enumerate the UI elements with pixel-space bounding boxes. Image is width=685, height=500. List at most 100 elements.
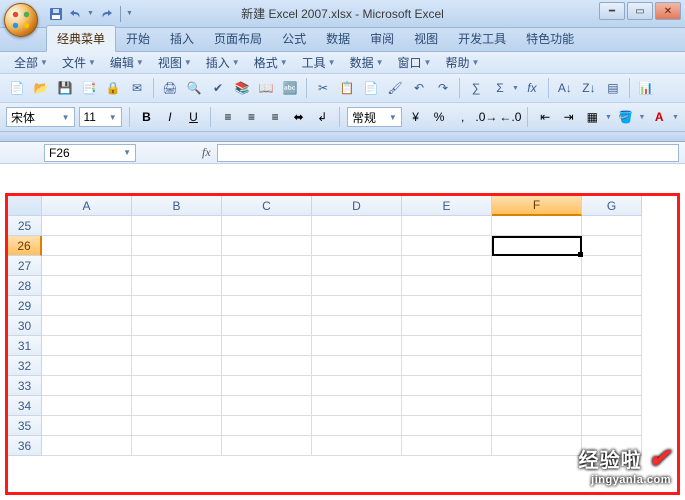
- cell[interactable]: [582, 416, 642, 436]
- cut-button[interactable]: ✂: [312, 77, 334, 99]
- italic-button[interactable]: I: [160, 107, 180, 127]
- row-header[interactable]: 34: [8, 396, 42, 416]
- font-name-combo[interactable]: 宋体▼: [6, 107, 75, 127]
- name-box[interactable]: F26 ▼: [44, 144, 136, 162]
- cell[interactable]: [402, 436, 492, 456]
- formula-bar[interactable]: [217, 144, 679, 162]
- cell[interactable]: [222, 236, 312, 256]
- cell[interactable]: [222, 276, 312, 296]
- cell[interactable]: [42, 376, 132, 396]
- cell[interactable]: [402, 336, 492, 356]
- cell[interactable]: [582, 336, 642, 356]
- redo-button[interactable]: [98, 6, 114, 22]
- row-header[interactable]: 33: [8, 376, 42, 396]
- merge-cells-button[interactable]: ⬌: [289, 107, 309, 127]
- cell[interactable]: [582, 316, 642, 336]
- save-button[interactable]: 💾: [54, 77, 76, 99]
- cell[interactable]: [42, 316, 132, 336]
- tab-view[interactable]: 视图: [404, 26, 448, 51]
- decrease-decimal-button[interactable]: ←.0: [500, 107, 520, 127]
- bold-button[interactable]: B: [137, 107, 157, 127]
- wrap-text-button[interactable]: ↲: [312, 107, 332, 127]
- cell[interactable]: [312, 336, 402, 356]
- cell[interactable]: [222, 396, 312, 416]
- row-header[interactable]: 31: [8, 336, 42, 356]
- autosum-button[interactable]: Σ: [489, 77, 511, 99]
- menu-all[interactable]: 全部▼: [8, 52, 54, 73]
- cell[interactable]: [492, 256, 582, 276]
- save-button[interactable]: [48, 6, 64, 22]
- cell[interactable]: [582, 296, 642, 316]
- cell[interactable]: [132, 416, 222, 436]
- cell[interactable]: [222, 376, 312, 396]
- currency-button[interactable]: ¥: [406, 107, 426, 127]
- cell[interactable]: [402, 256, 492, 276]
- permission-button[interactable]: 🔒: [102, 77, 124, 99]
- cell[interactable]: [222, 436, 312, 456]
- column-header[interactable]: C: [222, 196, 312, 216]
- align-right-button[interactable]: ≡: [265, 107, 285, 127]
- cell[interactable]: [312, 216, 402, 236]
- email-button[interactable]: ✉: [126, 77, 148, 99]
- decrease-indent-button[interactable]: ⇤: [535, 107, 555, 127]
- paste-button[interactable]: 📄: [360, 77, 382, 99]
- cell[interactable]: [582, 256, 642, 276]
- menu-tools[interactable]: 工具▼: [296, 52, 342, 73]
- number-format-combo[interactable]: 常规▼: [347, 107, 402, 127]
- fill-color-button[interactable]: 🪣: [616, 107, 636, 127]
- menu-window[interactable]: 窗口▼: [392, 52, 438, 73]
- comma-button[interactable]: ,: [453, 107, 473, 127]
- cell[interactable]: [222, 336, 312, 356]
- cell[interactable]: [402, 216, 492, 236]
- insert-fx-button[interactable]: fx: [521, 77, 543, 99]
- chevron-down-icon[interactable]: ▼: [672, 114, 679, 121]
- row-header[interactable]: 25: [8, 216, 42, 236]
- cell[interactable]: [42, 276, 132, 296]
- office-button[interactable]: [4, 3, 38, 37]
- align-left-button[interactable]: ≡: [218, 107, 238, 127]
- cell[interactable]: [492, 336, 582, 356]
- copy-button[interactable]: 📋: [336, 77, 358, 99]
- cell[interactable]: [132, 336, 222, 356]
- tab-classic-menu[interactable]: 经典菜单: [46, 25, 116, 52]
- tab-special[interactable]: 特色功能: [516, 26, 584, 51]
- font-size-combo[interactable]: 11▼: [79, 107, 122, 127]
- increase-indent-button[interactable]: ⇥: [559, 107, 579, 127]
- tab-review[interactable]: 审阅: [360, 26, 404, 51]
- new-button[interactable]: 📄: [6, 77, 28, 99]
- cell[interactable]: [42, 396, 132, 416]
- font-color-button[interactable]: A: [649, 107, 669, 127]
- minimize-button[interactable]: ━: [599, 2, 625, 20]
- cell[interactable]: [492, 296, 582, 316]
- cell[interactable]: [132, 216, 222, 236]
- cell[interactable]: [222, 356, 312, 376]
- cell[interactable]: [402, 356, 492, 376]
- cell[interactable]: [132, 376, 222, 396]
- qat-customize-icon[interactable]: ▼: [126, 10, 133, 17]
- row-header[interactable]: 36: [8, 436, 42, 456]
- column-header[interactable]: A: [42, 196, 132, 216]
- chart-button[interactable]: 📊: [635, 77, 657, 99]
- cell[interactable]: [582, 356, 642, 376]
- column-header[interactable]: G: [582, 196, 642, 216]
- menu-data[interactable]: 数据▼: [344, 52, 390, 73]
- thesaurus-button[interactable]: 📖: [255, 77, 277, 99]
- format-painter-button[interactable]: 🖌: [384, 77, 406, 99]
- cell[interactable]: [312, 436, 402, 456]
- cell[interactable]: [132, 276, 222, 296]
- sort-asc-button[interactable]: A↓: [554, 77, 576, 99]
- cell[interactable]: [222, 296, 312, 316]
- cell[interactable]: [222, 216, 312, 236]
- row-header[interactable]: 27: [8, 256, 42, 276]
- sort-desc-button[interactable]: Z↓: [578, 77, 600, 99]
- column-header[interactable]: E: [402, 196, 492, 216]
- cell[interactable]: [132, 236, 222, 256]
- cell[interactable]: [42, 216, 132, 236]
- menu-edit[interactable]: 编辑▼: [104, 52, 150, 73]
- cell[interactable]: [42, 296, 132, 316]
- insert-function-button[interactable]: ∑: [465, 77, 487, 99]
- increase-decimal-button[interactable]: .0→: [476, 107, 496, 127]
- print-button[interactable]: 🖨: [159, 77, 181, 99]
- cell[interactable]: [222, 416, 312, 436]
- cell[interactable]: [312, 356, 402, 376]
